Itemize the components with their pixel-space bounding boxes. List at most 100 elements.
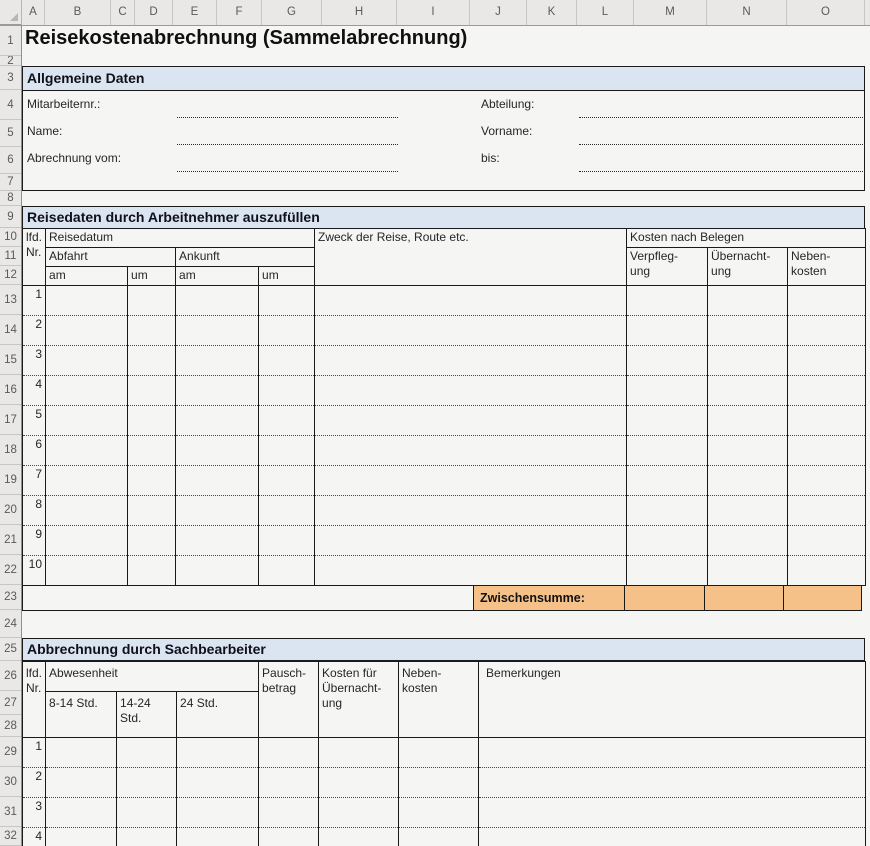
cell[interactable] [708, 286, 788, 316]
cell[interactable] [176, 316, 259, 346]
cell[interactable] [708, 346, 788, 376]
row-header-2[interactable]: 2 [0, 56, 21, 66]
row-header-21[interactable]: 21 [0, 525, 21, 555]
cell[interactable] [315, 526, 627, 556]
cell[interactable] [708, 466, 788, 496]
subtotal-nebenkosten-cell[interactable] [783, 585, 862, 611]
cell[interactable] [259, 828, 319, 846]
cell[interactable] [46, 436, 128, 466]
cell[interactable] [399, 738, 479, 768]
col-header-K[interactable]: K [527, 0, 577, 25]
cell[interactable] [315, 376, 627, 406]
cell[interactable] [788, 346, 866, 376]
cell[interactable] [627, 346, 708, 376]
col-header-F[interactable]: F [217, 0, 262, 25]
clerk-row-number[interactable]: 3 [23, 798, 46, 828]
cell[interactable] [176, 556, 259, 586]
row-header-28[interactable]: 28 [0, 715, 21, 737]
row-header-16[interactable]: 16 [0, 375, 21, 405]
row-header-29[interactable]: 29 [0, 737, 21, 767]
input-mitarbeiternr[interactable] [177, 117, 398, 118]
row-header-24[interactable]: 24 [0, 610, 21, 638]
row-header-4[interactable]: 4 [0, 90, 21, 120]
row-header-11[interactable]: 11 [0, 247, 21, 266]
cell[interactable] [128, 556, 176, 586]
col-header-J[interactable]: J [470, 0, 527, 25]
clerk-row-number[interactable]: 4 [23, 828, 46, 846]
cell[interactable] [259, 436, 315, 466]
cell[interactable] [319, 738, 399, 768]
col-header-C[interactable]: C [111, 0, 135, 25]
cell[interactable] [46, 316, 128, 346]
col-header-G[interactable]: G [262, 0, 322, 25]
input-vorname[interactable] [579, 144, 865, 145]
cell[interactable] [128, 496, 176, 526]
cell[interactable] [788, 436, 866, 466]
row-header-9[interactable]: 9 [0, 206, 21, 228]
cell[interactable] [315, 556, 627, 586]
cell[interactable] [319, 798, 399, 828]
cell[interactable] [788, 286, 866, 316]
cell[interactable] [479, 828, 866, 846]
cell[interactable] [315, 406, 627, 436]
cell[interactable] [788, 466, 866, 496]
cell[interactable] [177, 738, 259, 768]
cell[interactable] [117, 798, 177, 828]
row-header-14[interactable]: 14 [0, 315, 21, 345]
cell[interactable] [315, 346, 627, 376]
cell[interactable] [46, 346, 128, 376]
clerk-row-number[interactable]: 2 [23, 768, 46, 798]
cell[interactable] [788, 316, 866, 346]
travel-row-number[interactable]: 8 [23, 496, 46, 526]
cell[interactable] [259, 798, 319, 828]
cell[interactable] [627, 556, 708, 586]
row-header-26[interactable]: 26 [0, 661, 21, 691]
cell[interactable] [315, 316, 627, 346]
cell[interactable] [46, 798, 117, 828]
travel-row-number[interactable]: 7 [23, 466, 46, 496]
row-header-17[interactable]: 17 [0, 405, 21, 435]
row-header-25[interactable]: 25 [0, 638, 21, 661]
subtotal-verpflegung-cell[interactable] [624, 585, 705, 611]
cell[interactable] [479, 798, 866, 828]
cell[interactable] [708, 406, 788, 436]
cell[interactable] [46, 376, 128, 406]
travel-row-number[interactable]: 5 [23, 406, 46, 436]
cell[interactable] [319, 768, 399, 798]
cell[interactable] [128, 526, 176, 556]
travel-row-number[interactable]: 3 [23, 346, 46, 376]
cell[interactable] [708, 376, 788, 406]
travel-row-number[interactable]: 6 [23, 436, 46, 466]
cell[interactable] [788, 376, 866, 406]
row-header-30[interactable]: 30 [0, 767, 21, 797]
cell[interactable] [788, 406, 866, 436]
cell[interactable] [627, 526, 708, 556]
cell[interactable] [315, 286, 627, 316]
cell[interactable] [788, 556, 866, 586]
cell[interactable] [128, 286, 176, 316]
cell[interactable] [259, 466, 315, 496]
cell[interactable] [128, 406, 176, 436]
row-header-8[interactable]: 8 [0, 191, 21, 206]
col-header-O[interactable]: O [787, 0, 865, 25]
cell[interactable] [46, 286, 128, 316]
cell[interactable] [627, 436, 708, 466]
row-header-5[interactable]: 5 [0, 120, 21, 147]
cell[interactable] [708, 556, 788, 586]
cell[interactable] [177, 768, 259, 798]
row-header-15[interactable]: 15 [0, 345, 21, 375]
cell[interactable] [46, 496, 128, 526]
cell[interactable] [46, 768, 117, 798]
row-header-6[interactable]: 6 [0, 147, 21, 174]
cell[interactable] [176, 286, 259, 316]
cell[interactable] [176, 466, 259, 496]
cell[interactable] [627, 316, 708, 346]
row-header-32[interactable]: 32 [0, 827, 21, 846]
cell[interactable] [319, 828, 399, 846]
col-header-N[interactable]: N [707, 0, 787, 25]
col-header-D[interactable]: D [135, 0, 173, 25]
cell[interactable] [479, 738, 866, 768]
cell[interactable] [117, 768, 177, 798]
travel-row-number[interactable]: 9 [23, 526, 46, 556]
cell[interactable] [315, 496, 627, 526]
